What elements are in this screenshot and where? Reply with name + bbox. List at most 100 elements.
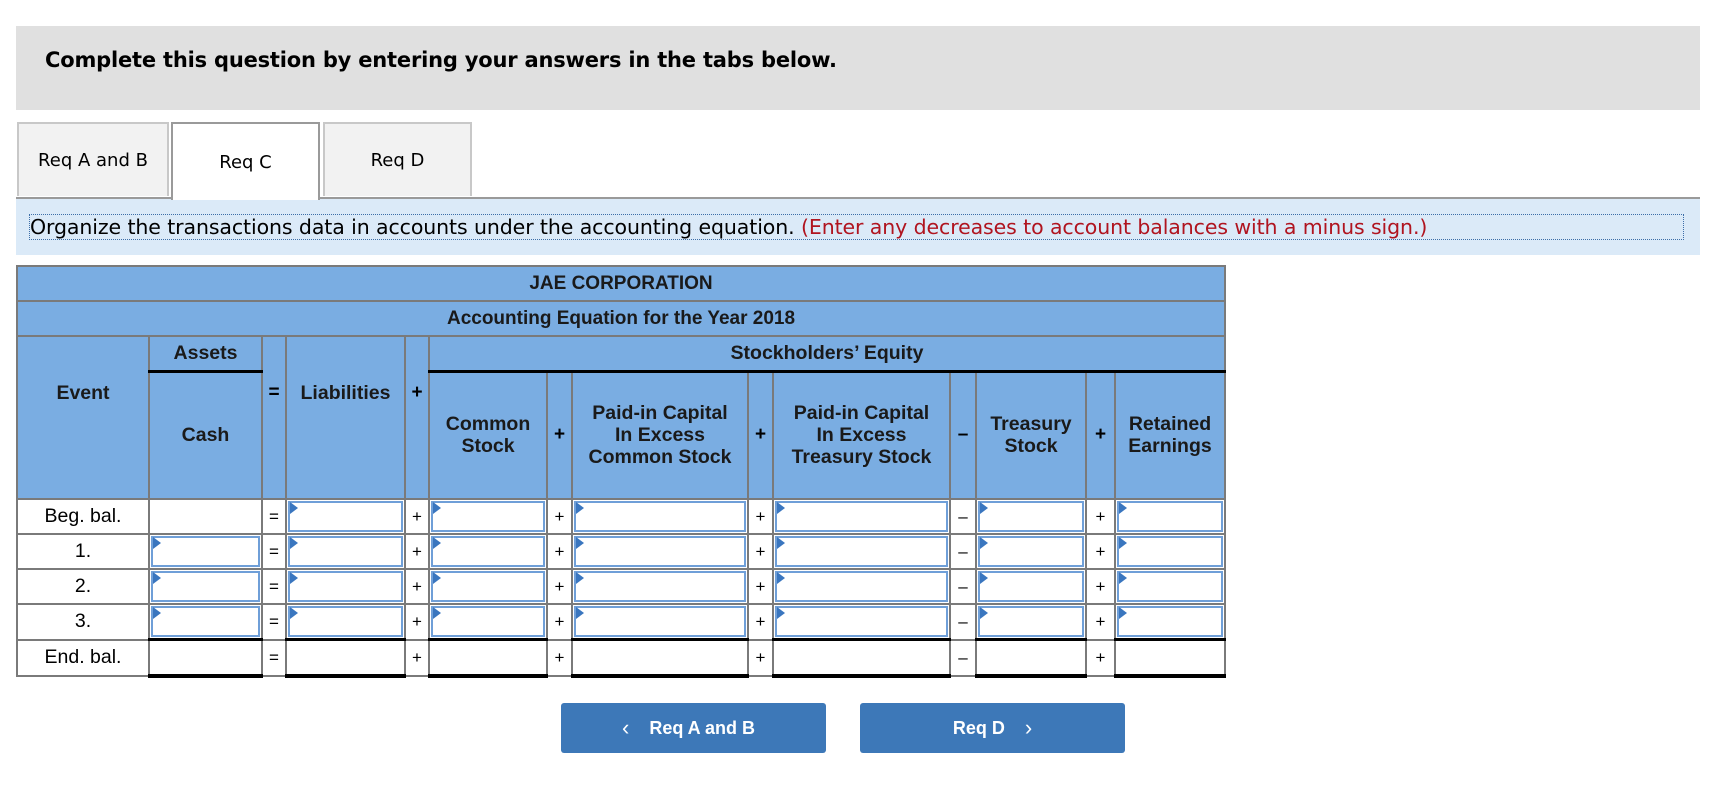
- amount-input[interactable]: [153, 573, 258, 600]
- cell-pic-ts: [772, 638, 951, 678]
- input-flag-icon: [980, 607, 988, 619]
- tab-req-d[interactable]: Req D: [323, 122, 472, 196]
- amount-input[interactable]: [777, 573, 946, 600]
- amount-input[interactable]: [576, 608, 744, 635]
- input-treasury[interactable]: [978, 536, 1084, 567]
- minus-sign: –: [949, 638, 977, 677]
- col-header-event: Event: [16, 335, 150, 500]
- cell-pic-cs: [571, 603, 749, 641]
- minus-sign: –: [949, 533, 977, 570]
- amount-input[interactable]: [153, 608, 258, 635]
- input-pic-cs[interactable]: [574, 536, 746, 567]
- input-common-stock[interactable]: [431, 501, 545, 532]
- amount-input[interactable]: [777, 608, 946, 635]
- cell-retained-earnings: [1114, 638, 1226, 678]
- cell-common-stock: [428, 603, 548, 641]
- input-liabilities[interactable]: [288, 571, 403, 602]
- next-req-d-button[interactable]: Req D ›: [860, 703, 1125, 753]
- input-liabilities[interactable]: [288, 606, 403, 637]
- input-flag-icon: [433, 502, 441, 514]
- amount-input[interactable]: [980, 573, 1082, 600]
- input-common-stock[interactable]: [431, 536, 545, 567]
- input-pic-ts[interactable]: [775, 501, 948, 532]
- input-retained-earnings[interactable]: [1117, 501, 1223, 532]
- input-flag-icon: [290, 502, 298, 514]
- tab-req-a-and-b[interactable]: Req A and B: [17, 122, 169, 196]
- input-flag-icon: [153, 607, 161, 619]
- input-cash[interactable]: [151, 606, 260, 637]
- cell-common-stock: [428, 638, 548, 678]
- input-cash[interactable]: [151, 571, 260, 602]
- input-cash[interactable]: [151, 536, 260, 567]
- input-flag-icon: [1119, 572, 1127, 584]
- amount-input[interactable]: [980, 538, 1082, 565]
- equals-sign: =: [261, 533, 287, 570]
- cell-retained-earnings: [1114, 568, 1226, 605]
- input-flag-icon: [777, 537, 785, 549]
- amount-input[interactable]: [433, 503, 543, 530]
- amount-input[interactable]: [980, 608, 1082, 635]
- input-liabilities[interactable]: [288, 501, 403, 532]
- plus-sign: +: [404, 498, 430, 535]
- amount-input[interactable]: [777, 538, 946, 565]
- header-plus-sign: +: [404, 335, 430, 500]
- amount-input[interactable]: [1119, 573, 1221, 600]
- col-header-pic-excess-treasury: Paid-in Capital In Excess Treasury Stock: [772, 370, 951, 500]
- amount-input[interactable]: [1119, 503, 1221, 530]
- input-retained-earnings[interactable]: [1117, 571, 1223, 602]
- instruction-panel: Organize the transactions data in accoun…: [16, 199, 1700, 255]
- amount-input[interactable]: [1119, 538, 1221, 565]
- input-treasury[interactable]: [978, 571, 1084, 602]
- input-flag-icon: [1119, 537, 1127, 549]
- input-pic-cs[interactable]: [574, 571, 746, 602]
- input-pic-cs[interactable]: [574, 606, 746, 637]
- amount-input[interactable]: [433, 573, 543, 600]
- row-event-label: 3.: [16, 603, 150, 641]
- input-liabilities[interactable]: [288, 536, 403, 567]
- amount-input[interactable]: [153, 538, 258, 565]
- amount-input[interactable]: [433, 538, 543, 565]
- plus-sign: +: [1085, 498, 1116, 535]
- table-row: 2. = + + + – +: [16, 568, 1226, 605]
- cell-pic-ts: [772, 603, 951, 641]
- amount-input[interactable]: [290, 608, 401, 635]
- plus-sign: +: [404, 533, 430, 570]
- tab-req-c[interactable]: Req C: [171, 122, 320, 200]
- cell-treasury: [975, 568, 1087, 605]
- cell-treasury: [975, 498, 1087, 535]
- chevron-left-icon: ‹: [622, 715, 630, 740]
- plus-sign: +: [747, 603, 774, 641]
- amount-input[interactable]: [576, 538, 744, 565]
- amount-input[interactable]: [290, 573, 401, 600]
- amount-input[interactable]: [980, 503, 1082, 530]
- prev-req-a-and-b-button[interactable]: ‹ Req A and B: [561, 703, 826, 753]
- input-pic-ts[interactable]: [775, 536, 948, 567]
- input-flag-icon: [980, 502, 988, 514]
- cell-cash: [148, 498, 263, 535]
- input-retained-earnings[interactable]: [1117, 536, 1223, 567]
- instruction-text: Organize the transactions data in accoun…: [30, 215, 795, 239]
- amount-input[interactable]: [777, 503, 946, 530]
- cell-liabilities: [285, 638, 406, 678]
- cell-liabilities: [285, 568, 406, 605]
- amount-input[interactable]: [1119, 608, 1221, 635]
- input-common-stock[interactable]: [431, 606, 545, 637]
- input-pic-ts[interactable]: [775, 571, 948, 602]
- amount-input[interactable]: [290, 538, 401, 565]
- input-common-stock[interactable]: [431, 571, 545, 602]
- input-treasury[interactable]: [978, 606, 1084, 637]
- cell-retained-earnings: [1114, 533, 1226, 570]
- input-retained-earnings[interactable]: [1117, 606, 1223, 637]
- table-row: Beg. bal. = + + + – +: [16, 498, 1226, 535]
- cell-cash: [148, 603, 263, 641]
- amount-input[interactable]: [576, 503, 744, 530]
- input-pic-ts[interactable]: [775, 606, 948, 637]
- input-treasury[interactable]: [978, 501, 1084, 532]
- amount-input[interactable]: [433, 608, 543, 635]
- amount-input[interactable]: [290, 503, 401, 530]
- input-pic-cs[interactable]: [574, 501, 746, 532]
- input-flag-icon: [777, 572, 785, 584]
- minus-sign: –: [949, 568, 977, 605]
- instruction-text-box: Organize the transactions data in accoun…: [29, 214, 1684, 240]
- amount-input[interactable]: [576, 573, 744, 600]
